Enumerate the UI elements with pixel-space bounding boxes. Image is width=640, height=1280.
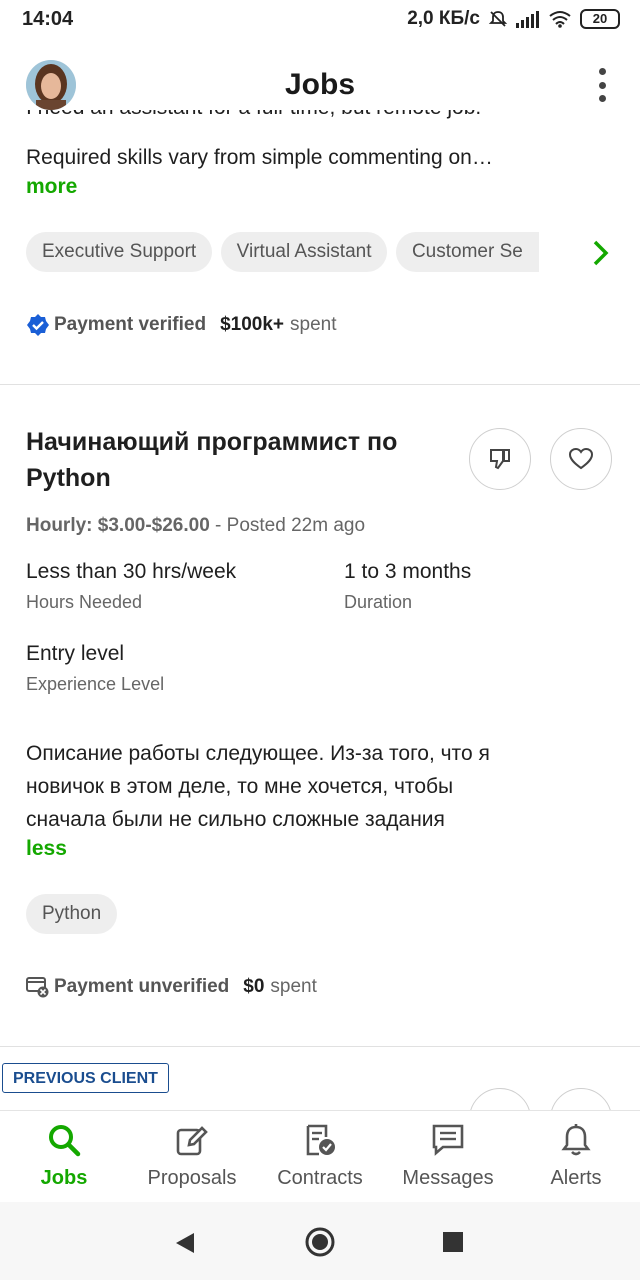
chevron-right-icon[interactable] [590, 238, 612, 268]
job-description: Required skills vary from simple comment… [26, 146, 493, 169]
duration-label: Duration [344, 592, 413, 612]
save-job-button[interactable] [550, 428, 612, 490]
experience-label: Experience Level [26, 674, 165, 694]
more-link[interactable]: more [26, 175, 77, 199]
hours-label: Hours Needed [26, 592, 143, 612]
nav-jobs[interactable]: Jobs [0, 1111, 128, 1203]
spent-amount: $100k+ [220, 314, 285, 335]
nav-contracts[interactable]: Contracts [256, 1111, 384, 1203]
status-time: 14:04 [22, 8, 74, 30]
battery-level: 20 [592, 11, 608, 26]
payment-row: Payment verified $100k+ spent [26, 313, 337, 337]
edit-icon [176, 1126, 208, 1156]
verified-badge-icon [27, 314, 49, 336]
duration-block: 1 to 3 months Duration [344, 560, 471, 613]
skill-chip[interactable]: Customer Se [395, 232, 539, 272]
rate-label: Hourly: $3.00-$26.00 [26, 515, 210, 536]
experience-block: Entry level Experience Level [26, 642, 164, 695]
job-title[interactable]: Начинающий программист по Python [26, 424, 446, 496]
mute-icon [488, 11, 508, 27]
less-link[interactable]: less [26, 837, 67, 861]
system-navigation-bar [0, 1202, 640, 1280]
nav-proposals[interactable]: Proposals [128, 1111, 256, 1203]
nav-label: Proposals [147, 1167, 237, 1189]
skill-chip[interactable]: Executive Support [26, 232, 213, 272]
battery-icon: 20 [580, 9, 620, 29]
status-bar: 14:04 2,0 КБ/с 20 [0, 0, 640, 40]
skills-list: Python [26, 894, 118, 934]
job-description-cutoff: I need an assistant for a full-time, but… [26, 110, 616, 125]
duration-value: 1 to 3 months [344, 560, 472, 583]
back-icon[interactable] [174, 1231, 196, 1255]
bell-icon [561, 1124, 591, 1156]
job-feed[interactable]: I need an assistant for a full-time, but… [0, 110, 640, 1110]
thumbs-down-icon [490, 449, 510, 470]
page-title: Jobs [284, 68, 356, 101]
job-meta: Hourly: $3.00-$26.00 - Posted 22m ago [26, 515, 365, 537]
dislike-button[interactable] [469, 428, 531, 490]
experience-value: Entry level [26, 642, 125, 665]
skills-list: Executive Support Virtual Assistant Cust… [26, 232, 566, 274]
previous-client-badge: PREVIOUS CLIENT [2, 1063, 169, 1093]
spent-label: spent [290, 314, 337, 335]
contract-icon [306, 1124, 335, 1156]
nav-label: Jobs [40, 1167, 88, 1189]
hours-value: Less than 30 hrs/week [26, 560, 237, 583]
more-options-icon[interactable] [590, 68, 614, 102]
wifi-icon [549, 11, 571, 28]
payment-unverified-icon [26, 977, 49, 998]
posted-time: - Posted 22m ago [209, 515, 366, 536]
card-divider [0, 1046, 640, 1047]
nav-alerts[interactable]: Alerts [512, 1111, 640, 1203]
job-description: Описание работы следующее. Из-за того, ч… [26, 742, 490, 831]
recents-icon[interactable] [443, 1232, 463, 1252]
bottom-navigation: Jobs Proposals Contracts Messages Alerts [0, 1110, 640, 1203]
nav-label: Alerts [550, 1167, 602, 1189]
payment-status: Payment verified [54, 314, 207, 335]
signal-icon [516, 11, 539, 28]
payment-status: Payment unverified [54, 976, 230, 997]
save-job-button[interactable] [550, 1088, 612, 1110]
message-icon [432, 1124, 464, 1156]
card-divider [0, 384, 640, 385]
search-icon [49, 1125, 81, 1157]
nav-label: Messages [402, 1167, 494, 1189]
nav-messages[interactable]: Messages [384, 1111, 512, 1203]
hours-block: Less than 30 hrs/week Hours Needed [26, 560, 236, 613]
skill-chip[interactable]: Virtual Assistant [220, 232, 388, 272]
spent-amount: $0 [243, 976, 265, 997]
network-speed: 2,0 КБ/с [407, 8, 480, 29]
heart-icon [568, 447, 594, 470]
payment-row: Payment unverified $0 spent [26, 975, 317, 999]
dislike-button[interactable] [469, 1088, 531, 1110]
nav-label: Contracts [277, 1167, 363, 1189]
spent-label: spent [270, 976, 317, 997]
home-icon[interactable] [304, 1226, 336, 1258]
skill-chip[interactable]: Python [26, 894, 118, 934]
